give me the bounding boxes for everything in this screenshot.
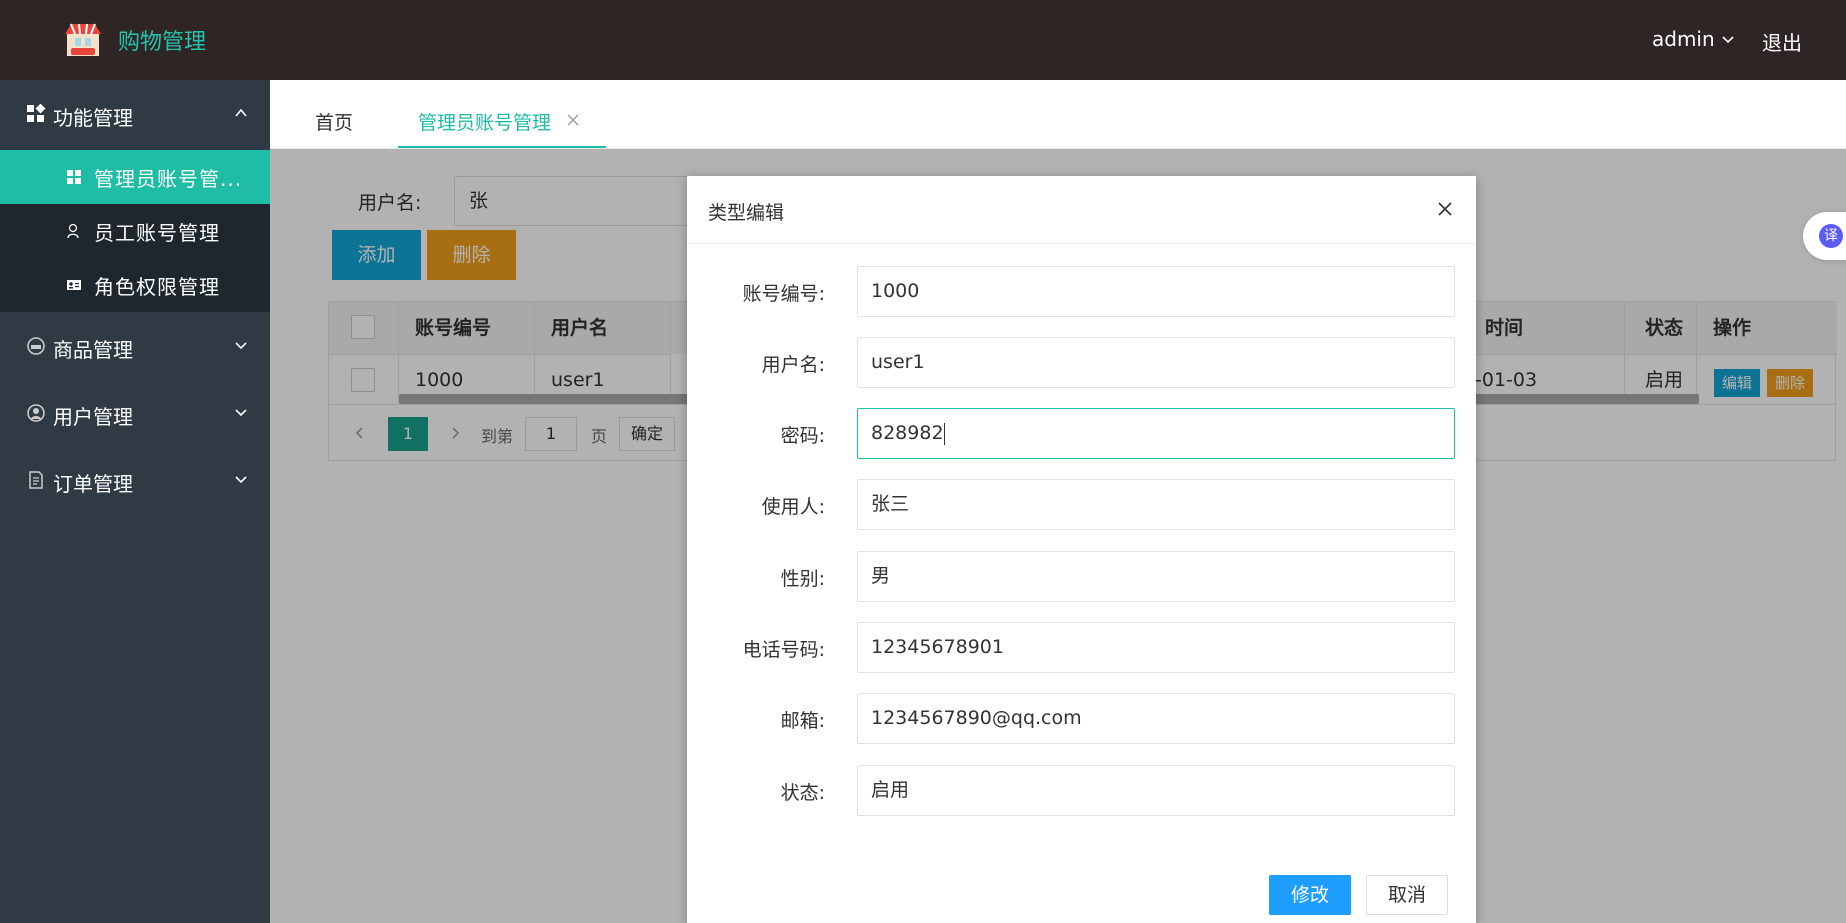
tab-bar: 首页 管理员账号管理	[270, 80, 1846, 149]
field-label: 用户名:	[761, 354, 825, 376]
sidebar-group-label: 功能管理	[53, 106, 133, 130]
field-label: 性别:	[780, 568, 825, 590]
sidebar-item-admin-accounts[interactable]: 管理员账号管...	[0, 150, 270, 204]
edit-dialog: 类型编辑 账号编号: 1000 用户名: user1 密码: 828982 使用…	[687, 176, 1476, 923]
field-label: 状态:	[780, 782, 825, 804]
username-label: admin	[1652, 27, 1715, 51]
dialog-title: 类型编辑	[708, 202, 785, 224]
top-header: 购物管理 admin 退出	[0, 0, 1846, 80]
grid-icon	[27, 104, 46, 122]
document-icon	[29, 471, 43, 489]
user-menu[interactable]: admin	[1652, 27, 1735, 51]
shop-logo-icon	[63, 20, 103, 60]
text-caret	[943, 422, 945, 445]
chevron-down-icon	[235, 409, 247, 417]
cancel-button[interactable]: 取消	[1366, 875, 1448, 915]
status-field[interactable]: 启用	[857, 765, 1455, 816]
translate-icon: 译	[1819, 224, 1843, 248]
sidebar-group-products[interactable]: 商品管理	[0, 312, 270, 379]
chevron-down-icon	[235, 476, 247, 484]
gender-field[interactable]: 男	[857, 551, 1455, 602]
dialog-divider	[687, 243, 1476, 244]
grid-icon	[67, 170, 81, 184]
user-icon	[67, 223, 79, 239]
field-label: 使用人:	[761, 496, 825, 518]
field-label: 电话号码:	[742, 639, 825, 661]
sidebar: 功能管理 管理员账号管... 员工账号管理 角色权限管理 商品管理 用户管理 订…	[0, 80, 270, 923]
brand-title: 购物管理	[118, 30, 207, 55]
sidebar-group-orders[interactable]: 订单管理	[0, 446, 270, 513]
logout-link[interactable]: 退出	[1762, 27, 1802, 56]
field-label: 邮箱:	[780, 710, 825, 732]
password-field[interactable]: 828982	[857, 408, 1455, 459]
sidebar-item-label: 角色权限管理	[94, 275, 220, 299]
chevron-down-icon	[235, 342, 247, 350]
tab-admin-accounts[interactable]: 管理员账号管理	[418, 108, 551, 135]
sidebar-group-function[interactable]: 功能管理	[0, 80, 270, 150]
translate-fab[interactable]: 译	[1803, 212, 1846, 260]
tab-home[interactable]: 首页	[315, 108, 353, 135]
phone-field[interactable]: 12345678901	[857, 622, 1455, 673]
chevron-up-icon	[235, 108, 247, 117]
close-icon[interactable]	[1437, 201, 1453, 217]
product-icon	[27, 337, 45, 355]
chevron-down-icon	[1722, 36, 1734, 44]
sidebar-item-staff-accounts[interactable]: 员工账号管理	[0, 204, 270, 258]
field-label: 账号编号:	[742, 283, 825, 305]
password-value: 828982	[871, 422, 944, 444]
email-field[interactable]: 1234567890@qq.com	[857, 693, 1455, 744]
modify-button[interactable]: 修改	[1269, 875, 1351, 915]
sidebar-item-label: 管理员账号管...	[94, 167, 243, 191]
active-tab-indicator	[398, 146, 606, 148]
field-label: 密码:	[780, 425, 825, 447]
close-icon[interactable]	[566, 113, 580, 127]
sidebar-group-label: 用户管理	[53, 405, 133, 429]
user-circle-icon	[27, 404, 45, 422]
submenu-function: 管理员账号管... 员工账号管理 角色权限管理	[0, 150, 270, 312]
sidebar-group-label: 商品管理	[53, 338, 133, 362]
account-id-field[interactable]: 1000	[857, 266, 1455, 317]
sidebar-group-label: 订单管理	[53, 472, 133, 496]
username-field[interactable]: user1	[857, 337, 1455, 388]
sidebar-group-users[interactable]: 用户管理	[0, 379, 270, 446]
sidebar-item-label: 员工账号管理	[94, 221, 220, 245]
owner-field[interactable]: 张三	[857, 479, 1455, 530]
sidebar-item-role-permissions[interactable]: 角色权限管理	[0, 258, 270, 312]
id-card-icon	[67, 280, 81, 290]
